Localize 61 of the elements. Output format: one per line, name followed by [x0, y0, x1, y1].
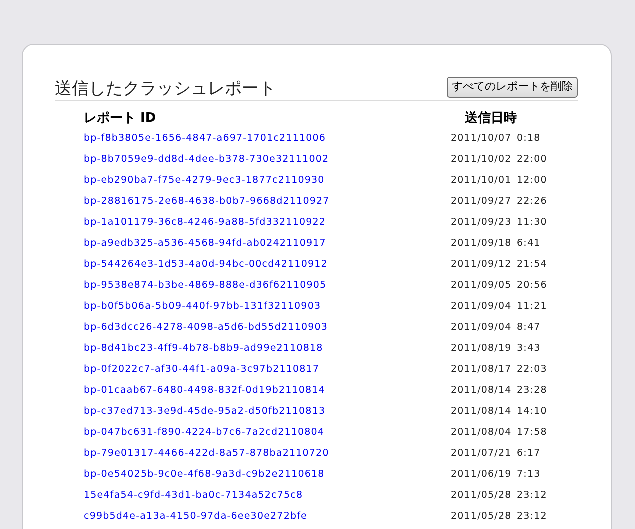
sent-date: 2011/09/27	[451, 195, 513, 210]
sent-date: 2011/10/01	[451, 174, 513, 188]
sent-date: 2011/09/18	[451, 237, 513, 252]
sent-date: 2011/05/28	[451, 489, 513, 504]
sent-date: 2011/08/14	[451, 405, 513, 420]
sent-date: 2011/08/04	[451, 426, 513, 440]
sent-date: 2011/07/21	[451, 447, 513, 462]
sent-date: 2011/09/04	[451, 321, 513, 336]
sent-time: 12:00	[517, 174, 548, 188]
sent-date: 2011/09/23	[451, 216, 513, 230]
report-id-link[interactable]: bp-eb290ba7-f75e-4279-9ec3-1877c2110930	[84, 174, 451, 189]
sent-date: 2011/08/14	[451, 384, 513, 398]
report-id-link[interactable]: bp-544264e3-1d53-4a0d-94bc-00cd42110912	[84, 258, 451, 273]
sent-time: 21:54	[517, 258, 548, 272]
report-id-link[interactable]: c99b5d4e-a13a-4150-97da-6ee30e272bfe	[84, 510, 451, 525]
report-id-link[interactable]: bp-28816175-2e68-4638-b0b7-9668d2110927	[84, 195, 451, 210]
report-id-link[interactable]: bp-8d41bc23-4ff9-4b78-b8b9-ad99e2110818	[84, 342, 451, 357]
sent-time: 6:41	[517, 237, 542, 252]
report-id-link[interactable]: bp-0f2022c7-af30-44f1-a09a-3c97b2110817	[84, 363, 451, 378]
sent-time: 6:17	[517, 447, 542, 462]
report-id-link[interactable]: bp-01caab67-6480-4498-832f-0d19b2110814	[84, 384, 451, 399]
report-id-link[interactable]: bp-79e01317-4466-422d-8a57-878ba2110720	[84, 447, 451, 462]
sent-time: 17:58	[517, 426, 548, 440]
column-header: 送信日時	[464, 111, 518, 127]
sent-time: 8:47	[517, 321, 542, 336]
sent-date: 2011/05/28	[451, 510, 513, 524]
sent-date: 2011/06/19	[451, 468, 513, 482]
sent-date: 2011/09/04	[451, 300, 513, 314]
report-id-link[interactable]: bp-8b7059e9-dd8d-4dee-b378-730e32111002	[84, 153, 451, 168]
report-id-link[interactable]: 15e4fa54-c9fd-43d1-ba0c-7134a52c75c8	[84, 489, 451, 504]
report-id-link[interactable]: bp-1a101179-36c8-4246-9a88-5fd332110922	[84, 216, 451, 231]
report-id-link[interactable]: bp-f8b3805e-1656-4847-a697-1701c2111006	[84, 132, 451, 147]
sent-time: 23:12	[517, 510, 548, 524]
sent-time: 14:10	[517, 405, 548, 420]
sent-time: 20:56	[517, 279, 548, 294]
report-id-link[interactable]: bp-9538e874-b3be-4869-888e-d36f62110905	[84, 279, 451, 294]
sent-time: 22:26	[517, 195, 548, 210]
sent-time: 22:03	[517, 363, 548, 378]
report-id-link[interactable]: bp-c37ed713-3e9d-45de-95a2-d50fb2110813	[84, 405, 451, 420]
sent-time: 23:28	[517, 384, 548, 398]
sent-date: 2011/10/07	[451, 132, 513, 146]
sent-time: 0:18	[517, 132, 542, 146]
report-id-link[interactable]: bp-0e54025b-9c0e-4f68-9a3d-c9b2e2110618	[84, 468, 451, 483]
sent-time: 11:30	[517, 216, 548, 230]
sent-time: 3:43	[517, 342, 542, 356]
sent-time: 7:13	[517, 468, 542, 482]
sent-time: 23:12	[517, 489, 548, 504]
sent-date: 2011/08/17	[451, 363, 513, 378]
report-id-link[interactable]: bp-6d3dcc26-4278-4098-a5d6-bd55d2110903	[84, 321, 451, 336]
sent-date: 2011/10/02	[451, 153, 513, 168]
sent-date: 2011/09/05	[451, 279, 513, 294]
report-id-link[interactable]: bp-a9edb325-a536-4568-94fd-ab0242110917	[84, 237, 451, 252]
column-header: レポート ID	[84, 111, 158, 127]
sent-date: 2011/09/12	[451, 258, 513, 272]
sent-time: 11:21	[517, 300, 548, 314]
delete-all-button[interactable]: すべてのレポートを削除	[447, 77, 578, 98]
page-title: 送信したクラッシュレポート	[55, 79, 276, 99]
sent-date: 2011/08/19	[451, 342, 513, 356]
report-id-link[interactable]: bp-047bc631-f890-4224-b7c6-7a2cd2110804	[84, 426, 451, 441]
report-id-link[interactable]: bp-b0f5b06a-5b09-440f-97bb-131f32110903	[84, 300, 451, 315]
sent-time: 22:00	[517, 153, 548, 168]
